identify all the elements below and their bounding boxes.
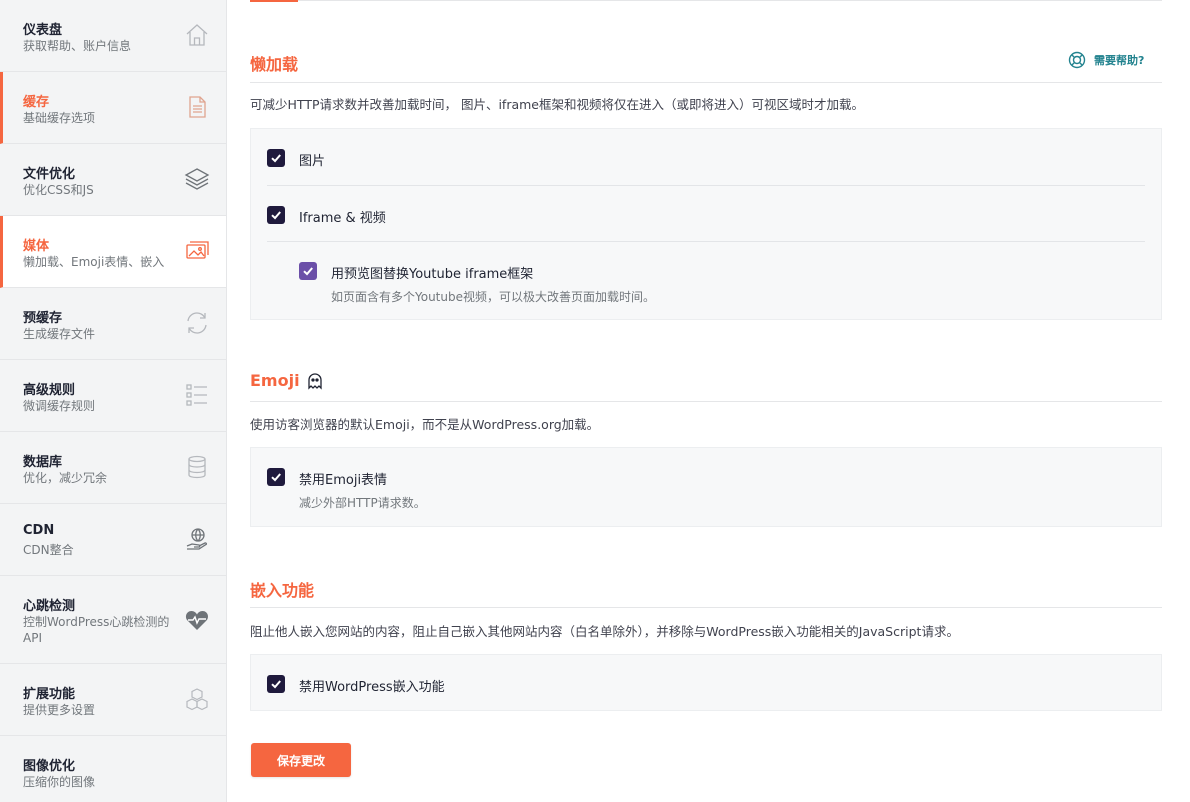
section-divider — [250, 82, 1162, 83]
option-row-iframes: Iframe & 视频 — [267, 185, 1145, 241]
sidebar-item-heartbeat[interactable]: 心跳检测 控制WordPress心跳检测的API — [0, 576, 226, 664]
save-changes-button[interactable]: 保存更改 — [251, 743, 351, 777]
sidebar-nav: 仪表盘 获取帮助、账户信息 缓存 基础缓存选项 文件优化 优化CSS和JS 媒体… — [0, 0, 227, 802]
rules-list-icon — [186, 384, 207, 406]
embeds-section-title: 嵌入功能 — [250, 581, 315, 600]
sidebar-item-title: CDN — [23, 523, 55, 538]
lifebuoy-icon — [1068, 51, 1086, 69]
refresh-icon — [187, 312, 207, 334]
disable-emoji-label: 禁用Emoji表情 — [299, 473, 388, 488]
page-icon — [189, 96, 206, 118]
sidebar-item-file-optimization[interactable]: 文件优化 优化CSS和JS — [0, 144, 226, 216]
sidebar-item-subtitle: 控制WordPress心跳检测的API — [23, 615, 170, 645]
checkmark-icon — [271, 154, 281, 163]
disable-embeds-label: 禁用WordPress嵌入功能 — [299, 680, 445, 695]
sidebar-item-title: 媒体 — [23, 239, 50, 254]
embeds-description: 阻止他人嵌入您网站的内容，阻止自己嵌入其他网站内容（白名单除外），并移除与Wor… — [250, 624, 959, 639]
sidebar-item-title: 缓存 — [23, 95, 50, 110]
disable-embeds-checkbox[interactable] — [267, 675, 285, 693]
sidebar-item-subtitle: 基础缓存选项 — [23, 111, 96, 125]
sidebar-item-subtitle: 优化，减少冗余 — [23, 471, 108, 485]
help-link[interactable]: 需要帮助? — [1068, 51, 1144, 69]
sidebar-item-subtitle: 懒加载、Emoji表情、嵌入 — [23, 255, 165, 269]
cubes-icon — [186, 688, 208, 711]
sidebar-item-subtitle: 微调缓存规则 — [23, 399, 96, 413]
checkmark-icon — [271, 473, 281, 482]
lazyload-images-label: 图片 — [299, 154, 326, 169]
sidebar-item-dashboard[interactable]: 仪表盘 获取帮助、账户信息 — [0, 0, 226, 72]
sidebar-item-title: 高级规则 — [23, 383, 76, 398]
checkmark-icon — [303, 267, 313, 276]
sidebar-item-title: 扩展功能 — [23, 687, 76, 702]
option-row-disable-embeds: 禁用WordPress嵌入功能 — [267, 655, 1145, 712]
option-row-disable-emoji: 禁用Emoji表情 减少外部HTTP请求数。 — [267, 448, 1145, 528]
sidebar-item-subtitle: 获取帮助、账户信息 — [23, 39, 132, 53]
layers-icon — [184, 168, 210, 190]
lazyload-options-panel: 图片 Iframe & 视频 用预览图替换Youtube iframe框架 如页… — [250, 128, 1162, 320]
home-icon — [186, 24, 208, 46]
disable-emoji-help: 减少外部HTTP请求数。 — [299, 496, 426, 510]
sidebar-item-cdn[interactable]: CDN CDN整合 — [0, 504, 226, 576]
disable-emoji-checkbox[interactable] — [267, 468, 285, 486]
sidebar-item-title: 仪表盘 — [23, 23, 63, 38]
lazyload-iframes-label: Iframe & 视频 — [299, 211, 386, 226]
sidebar-item-media[interactable]: 媒体 懒加载、Emoji表情、嵌入 — [0, 216, 226, 288]
sidebar-item-title: 文件优化 — [23, 167, 76, 182]
checkmark-icon — [271, 680, 281, 689]
globe-hand-icon — [186, 528, 208, 550]
top-accent-bar — [250, 0, 298, 2]
sidebar-item-advanced-rules[interactable]: 高级规则 微调缓存规则 — [0, 360, 226, 432]
sidebar-item-cache[interactable]: 缓存 基础缓存选项 — [0, 72, 226, 144]
sidebar-item-database[interactable]: 数据库 优化，减少冗余 — [0, 432, 226, 504]
sidebar-item-title: 心跳检测 — [23, 599, 76, 614]
sidebar-item-subtitle: CDN整合 — [23, 543, 74, 557]
sidebar-item-title: 数据库 — [23, 455, 63, 470]
emoji-section-title: Emoji — [250, 371, 300, 390]
youtube-preview-help: 如页面含有多个Youtube视频，可以极大改善页面加载时间。 — [331, 290, 655, 304]
images-icon — [186, 241, 209, 259]
emoji-options-panel: 禁用Emoji表情 减少外部HTTP请求数。 — [250, 447, 1162, 527]
youtube-preview-checkbox[interactable] — [299, 262, 317, 280]
sidebar-item-subtitle: 压缩你的图像 — [23, 775, 96, 789]
sidebar-item-subtitle: 优化CSS和JS — [23, 183, 94, 197]
sidebar-item-title: 预缓存 — [23, 311, 63, 326]
ghost-emoji-icon — [307, 372, 322, 390]
heartbeat-icon — [185, 611, 209, 630]
checkmark-icon — [271, 211, 281, 220]
help-label: 需要帮助? — [1094, 54, 1145, 67]
emoji-section-heading: Emoji — [250, 371, 324, 390]
section-divider — [250, 401, 1162, 402]
sidebar-item-title: 图像优化 — [23, 759, 76, 774]
lazyload-iframes-checkbox[interactable] — [267, 206, 285, 224]
option-row-images: 图片 — [267, 129, 1145, 185]
lazyload-description: 可减少HTTP请求数并改善加载时间， 图片、iframe框架和视频将仅在进入（或… — [250, 97, 865, 112]
sidebar-item-subtitle: 生成缓存文件 — [23, 327, 96, 341]
top-divider — [250, 0, 1162, 1]
sidebar-item-subtitle: 提供更多设置 — [23, 703, 96, 717]
main-content: 懒加载 需要帮助? 可减少HTTP请求数并改善加载时间， 图片、iframe框架… — [227, 0, 1190, 802]
embeds-options-panel: 禁用WordPress嵌入功能 — [250, 654, 1162, 711]
option-row-youtube: 用预览图替换Youtube iframe框架 如页面含有多个Youtube视频，… — [267, 241, 1145, 321]
database-icon — [188, 455, 206, 479]
lazyload-images-checkbox[interactable] — [267, 149, 285, 167]
sidebar-item-addons[interactable]: 扩展功能 提供更多设置 — [0, 664, 226, 736]
section-divider — [250, 607, 1162, 608]
lazyload-section-title: 懒加载 — [250, 55, 299, 74]
sidebar-item-preload[interactable]: 预缓存 生成缓存文件 — [0, 288, 226, 360]
sidebar-item-image-optimization[interactable]: 图像优化 压缩你的图像 — [0, 736, 226, 802]
emoji-description: 使用访客浏览器的默认Emoji，而不是从WordPress.org加载。 — [250, 417, 600, 432]
youtube-preview-label: 用预览图替换Youtube iframe框架 — [331, 267, 534, 282]
